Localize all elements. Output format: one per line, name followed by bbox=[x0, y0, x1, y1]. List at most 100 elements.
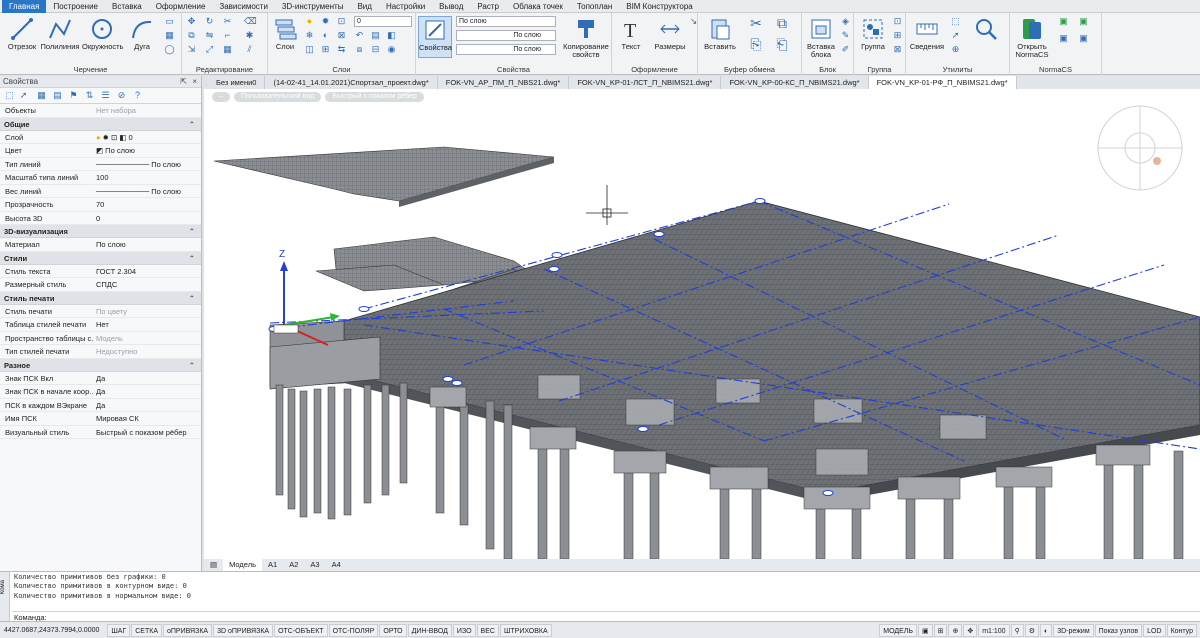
eye-icon[interactable]: ◉ bbox=[386, 44, 397, 55]
copy-base-icon[interactable]: ⎘ bbox=[748, 37, 764, 55]
layer-delete-icon[interactable]: ⊟ bbox=[370, 44, 381, 55]
annotation-visibility-icon[interactable]: ⚲ bbox=[1010, 624, 1024, 637]
info-button[interactable]: Сведения bbox=[908, 16, 946, 58]
layers-button[interactable]: Слои bbox=[270, 16, 300, 58]
prop-value[interactable]: ◩ По слою bbox=[93, 144, 201, 157]
dyn-input-toggle[interactable]: ДИН-ВВОД bbox=[407, 623, 452, 637]
section-general[interactable]: Общие ⌃ bbox=[0, 117, 201, 131]
dimensions-button[interactable]: Размеры bbox=[650, 16, 690, 58]
menu-topoplan[interactable]: Топоплан bbox=[570, 0, 619, 13]
prop-value[interactable]: 70 bbox=[93, 198, 201, 211]
lineweight-toggle[interactable]: ВЕС bbox=[476, 623, 499, 637]
layout-tab[interactable]: A2 bbox=[283, 559, 304, 571]
select-all-icon[interactable]: ⬚ bbox=[950, 16, 961, 27]
attr-icon[interactable]: ✐ bbox=[840, 44, 851, 55]
section-3d[interactable]: 3D-визуализация ⌃ bbox=[0, 225, 201, 238]
layer-freeze-icon[interactable]: ❄ bbox=[304, 30, 315, 41]
menu-build[interactable]: Построение bbox=[46, 0, 105, 13]
group-button[interactable]: Группа bbox=[856, 16, 890, 58]
pick-icon[interactable]: ➚ bbox=[18, 90, 29, 101]
layer-merge-icon[interactable]: ⧈ bbox=[354, 44, 365, 55]
doc-tab[interactable]: FOK-VN_AP_ПМ_П_NBS21.dwg* bbox=[438, 76, 570, 89]
erase-icon[interactable]: ⌫ bbox=[244, 16, 257, 27]
isolate-icon[interactable]: ◐ bbox=[1040, 624, 1053, 637]
menu-output[interactable]: Вывод bbox=[432, 0, 470, 13]
menu-settings[interactable]: Настройки bbox=[379, 0, 432, 13]
menu-point-clouds[interactable]: Облака точек bbox=[506, 0, 570, 13]
doc-tab[interactable]: FOK-VN_KP-00-КС_П_NBIMS21.dwg* bbox=[721, 76, 869, 89]
sun-icon[interactable]: ✹ bbox=[320, 16, 331, 27]
prop-value[interactable]: ● ✹ ⊡ ◧ 0 bbox=[93, 131, 201, 144]
copy-clip-icon[interactable]: ⧉ bbox=[774, 16, 790, 34]
quick-select-icon[interactable]: ⊕ bbox=[950, 44, 961, 55]
prop-value[interactable]: По слою bbox=[93, 238, 201, 251]
stretch-icon[interactable]: ⇲ bbox=[186, 44, 197, 55]
prop-value[interactable]: Да bbox=[93, 399, 201, 412]
scale-icon[interactable]: ⤢ bbox=[204, 44, 215, 55]
menu-bim[interactable]: BIM Конструктора bbox=[619, 0, 700, 13]
mirror-icon[interactable]: ⇋ bbox=[204, 30, 215, 41]
layer-match-icon[interactable]: ⇆ bbox=[336, 44, 347, 55]
deselect-icon[interactable]: ⊘ bbox=[116, 90, 127, 101]
layout-tab[interactable]: A3 bbox=[304, 559, 325, 571]
section-plotstyle[interactable]: Стиль печати ⌃ bbox=[0, 291, 201, 305]
show-nodes-toggle[interactable]: Показ узлов bbox=[1094, 624, 1143, 637]
viewport-icon[interactable]: ⊞ bbox=[933, 624, 948, 637]
normacs-doc-icon[interactable]: ▣ bbox=[1058, 16, 1069, 27]
toggle-pickadd-icon[interactable]: ▤ bbox=[52, 90, 63, 101]
prop-value[interactable]: 0 bbox=[93, 212, 201, 225]
lod-toggle[interactable]: LOD bbox=[1143, 624, 1166, 637]
line-button[interactable]: Отрезок bbox=[2, 16, 42, 58]
snap-toggle[interactable]: ШАГ bbox=[107, 623, 131, 637]
quick-select-panel-icon[interactable]: ▦ bbox=[36, 90, 47, 101]
menu-annotate[interactable]: Оформление bbox=[149, 0, 213, 13]
layer-state-icon[interactable]: ▤ bbox=[370, 30, 381, 41]
prop-value[interactable]: ────────── По слою bbox=[93, 185, 201, 198]
normacs-link-icon[interactable]: ▣ bbox=[1058, 33, 1069, 44]
insert-block-button[interactable]: Вставка блока bbox=[804, 16, 838, 59]
rectangle-icon[interactable]: ▭ bbox=[164, 16, 175, 27]
move-icon[interactable]: ✥ bbox=[186, 16, 197, 27]
layer-walk-icon[interactable]: ⊞ bbox=[320, 44, 331, 55]
prop-value[interactable]: Модель bbox=[93, 332, 201, 345]
doc-tab[interactable]: FOK-VN_KP-01-ЛСТ_П_NBIMS21.dwg* bbox=[569, 76, 722, 89]
layout-menu-icon[interactable]: ▤ bbox=[204, 559, 223, 571]
3d-mode-toggle[interactable]: 3D-режим bbox=[1053, 624, 1094, 637]
normacs-search-icon[interactable]: ▣ bbox=[1078, 16, 1089, 27]
linetype-dropdown[interactable]: По слою bbox=[456, 30, 556, 41]
menu-3d-tools[interactable]: 3D-инструменты bbox=[275, 0, 351, 13]
layer-walk2-icon[interactable]: ◧ bbox=[386, 30, 397, 41]
sort-icon[interactable]: ⇅ bbox=[84, 90, 95, 101]
doc-tab[interactable]: Без имени0 bbox=[208, 76, 266, 89]
text-button[interactable]: T Текст bbox=[614, 16, 648, 58]
hatch-toggle[interactable]: ШТРИХОВКА bbox=[499, 623, 552, 637]
3d-osnap-toggle[interactable]: 3D оПРИВЯЗКА bbox=[213, 623, 274, 637]
menu-insert[interactable]: Вставка bbox=[105, 0, 149, 13]
copy-icon[interactable]: ⧉ bbox=[186, 30, 197, 41]
color-dropdown[interactable]: По слою bbox=[456, 16, 556, 27]
pin-icon[interactable]: ⇱ bbox=[180, 76, 187, 88]
command-window-handle[interactable]: Кома bbox=[0, 572, 10, 622]
trim-icon[interactable]: ✂ bbox=[222, 16, 233, 27]
polyline-button[interactable]: Полилиния bbox=[40, 16, 80, 58]
prop-value[interactable]: ГОСТ 2.304 bbox=[93, 265, 201, 278]
normacs-check-icon[interactable]: ▣ bbox=[1078, 33, 1089, 44]
group-select-icon[interactable]: ⊠ bbox=[892, 44, 903, 55]
create-block-icon[interactable]: ◈ bbox=[840, 16, 851, 27]
open-normacs-button[interactable]: Открыть NormaCS bbox=[1012, 16, 1052, 59]
close-icon[interactable]: × bbox=[192, 76, 197, 88]
layer-iso-icon[interactable]: ◫ bbox=[304, 44, 315, 55]
layout-tab-model[interactable]: Модель bbox=[223, 559, 263, 571]
layout-tab[interactable]: A4 bbox=[326, 559, 347, 571]
otrack-toggle[interactable]: ОТС-ОБЪЕКТ bbox=[274, 623, 328, 637]
menu-home[interactable]: Главная bbox=[2, 0, 47, 13]
paste-special-icon[interactable]: ⎗ bbox=[774, 37, 790, 55]
polar-toggle[interactable]: ОТС-ПОЛЯР bbox=[328, 623, 379, 637]
zoom-icon[interactable]: ⊕ bbox=[948, 624, 963, 637]
circle-button[interactable]: Окружность bbox=[82, 16, 123, 58]
prop-value[interactable]: Нет bbox=[93, 318, 201, 331]
iso-toggle[interactable]: ИЗО bbox=[452, 623, 476, 637]
lineweight-dropdown[interactable]: По слою bbox=[456, 44, 556, 55]
prop-value[interactable]: По цвету bbox=[93, 305, 201, 318]
osnap-toggle[interactable]: оПРИВЯЗКА bbox=[163, 623, 213, 637]
